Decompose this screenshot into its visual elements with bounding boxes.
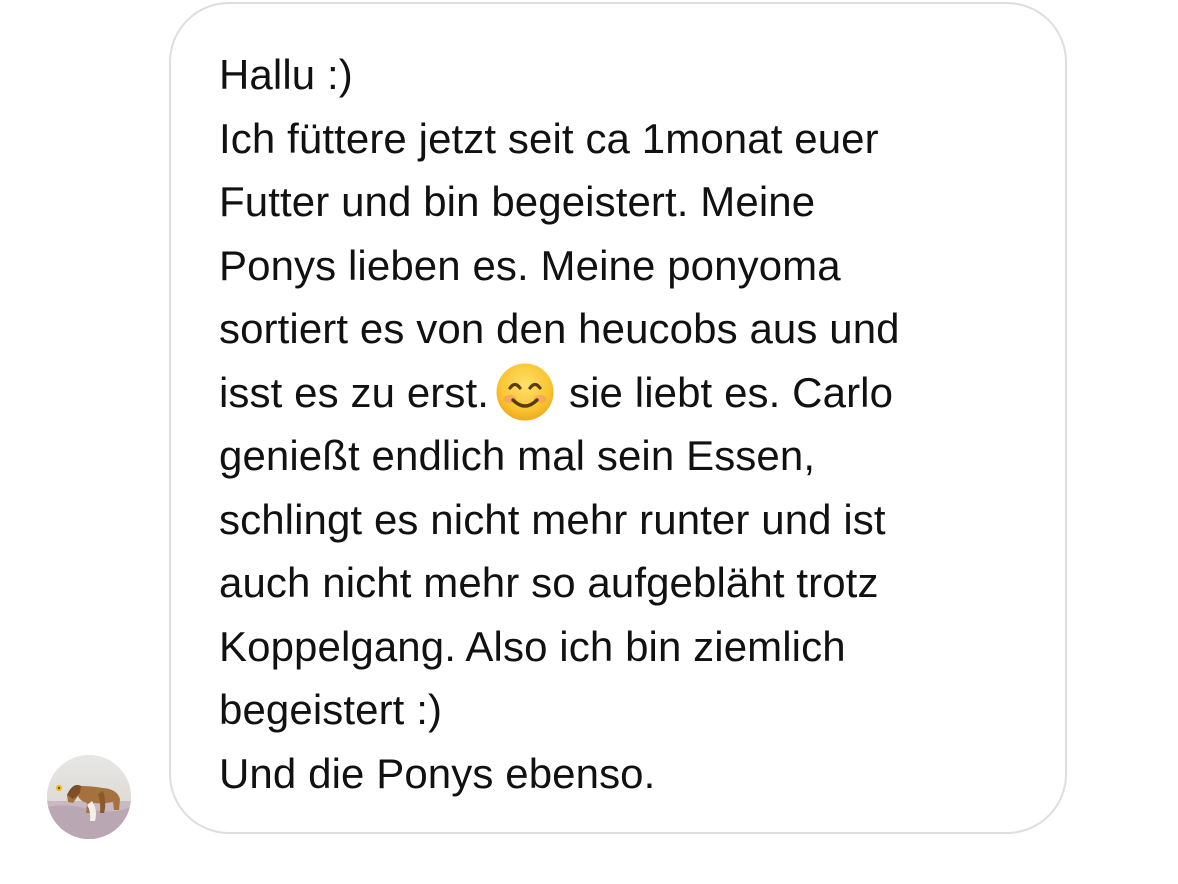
message-line: Hallu :) <box>219 51 353 98</box>
message-bubble[interactable]: Hallu :) Ich füttere jetzt seit ca 1mona… <box>169 2 1067 834</box>
avatar[interactable] <box>47 755 131 839</box>
message-segment: sie liebt es. Carlo <box>569 368 894 416</box>
message-line: begeistert :) <box>219 686 443 733</box>
message-line: Futter und bin begeistert. Meine <box>219 178 816 225</box>
message-segment: isst es zu erst. <box>219 368 490 416</box>
message-line: Ich füttere jetzt seit ca 1monat euer <box>219 114 879 162</box>
message-line: auch nicht mehr so aufgebläht trotz <box>219 559 879 606</box>
message-line: Ponys lieben es. Meine ponyoma <box>219 241 841 289</box>
horse-photo-icon <box>47 755 131 839</box>
message-line: Und die Ponys ebenso. <box>219 749 656 797</box>
message-line: sortiert es von den heucobs aus und <box>219 305 900 352</box>
message-line-with-emoji: isst es zu erst. sie liebt es. Carlo <box>219 361 1025 425</box>
smiling-face-with-smiling-eyes-icon <box>495 362 555 422</box>
message-line: genießt endlich mal sein Essen, <box>219 432 816 479</box>
message-line: Koppelgang. Also ich bin ziemlich <box>219 622 846 670</box>
message-line: schlingt es nicht mehr runter und ist <box>219 495 886 543</box>
